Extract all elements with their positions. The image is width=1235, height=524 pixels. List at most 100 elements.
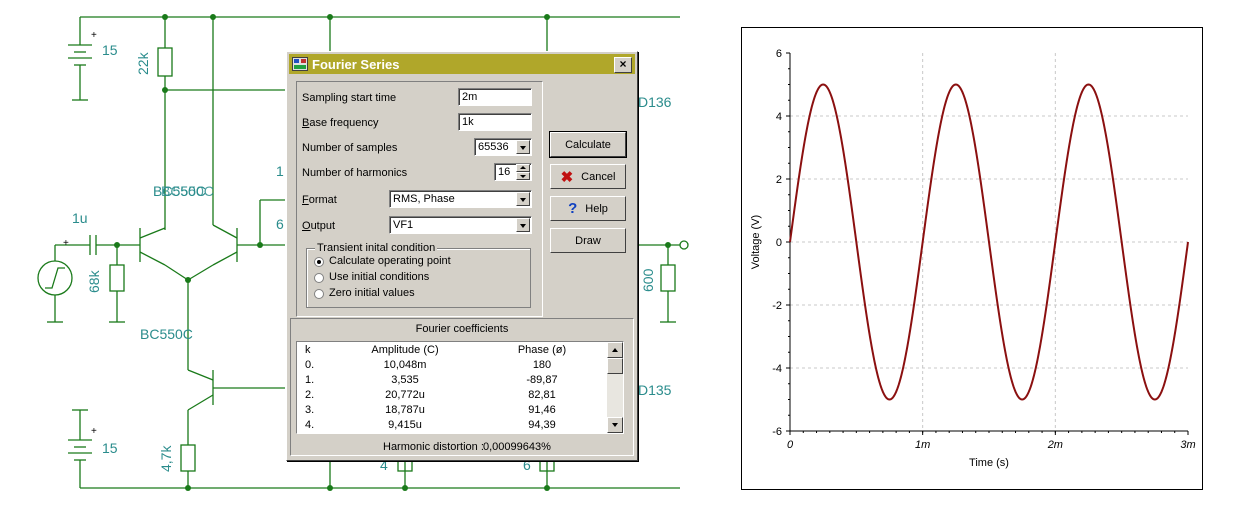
sampling-start-input[interactable]: 2m xyxy=(458,88,532,106)
svg-text:+: + xyxy=(91,426,97,437)
radio-use-initial-conditions[interactable] xyxy=(314,273,324,283)
transient-title: Transient inital condition xyxy=(315,242,438,254)
cell-phase: 180 xyxy=(532,359,552,371)
coefficients-table[interactable]: k Amplitude (C) Phase (ø) 0. 10,048m 180… xyxy=(296,341,624,434)
harmonic-distortion-value: 0,00099643% xyxy=(483,441,551,453)
spin-down-icon[interactable] xyxy=(516,172,530,180)
cell-amplitude: 3,535 xyxy=(391,374,419,386)
label-c1u: 1u xyxy=(72,210,88,226)
num-harmonics-value: 16 xyxy=(498,166,511,178)
cell-k: 0. xyxy=(305,359,315,371)
table-row[interactable]: 4. 9,415u 94,39 xyxy=(297,418,607,433)
cell-amplitude: 10,048m xyxy=(383,359,427,371)
dialog-titlebar[interactable]: Fourier Series × xyxy=(289,54,635,74)
cell-k: 3. xyxy=(305,404,315,416)
header-k: k xyxy=(305,344,311,356)
format-value: RMS, Phase xyxy=(393,193,455,205)
label-pin1: 1 xyxy=(276,163,284,179)
table-row[interactable]: 1. 3,535 -89,87 xyxy=(297,373,607,388)
cell-k: 2. xyxy=(305,389,315,401)
label-r47k: 4,7k xyxy=(158,445,174,472)
cancel-button[interactable]: ✖ Cancel xyxy=(550,164,626,189)
table-scrollbar[interactable] xyxy=(607,342,623,433)
dialog-title: Fourier Series xyxy=(312,56,400,72)
cell-amplitude: 20,772u xyxy=(385,389,425,401)
help-label: Help xyxy=(585,202,608,215)
label-r68k: 68k xyxy=(86,270,102,293)
x-tick-label: 3m xyxy=(1180,439,1195,451)
calculate-label: Calculate xyxy=(565,138,611,151)
y-tick-label: 6 xyxy=(776,48,782,60)
num-harmonics-stepper[interactable]: 16 xyxy=(494,163,532,181)
label-d136: D136 xyxy=(638,94,672,110)
label-r600: 600 xyxy=(640,268,656,292)
fourier-series-dialog: Fourier Series × Sampling start time 2m … xyxy=(286,51,638,461)
help-button[interactable]: ? Help xyxy=(550,196,626,221)
table-header: k Amplitude (C) Phase (ø) xyxy=(297,343,607,358)
scroll-down-icon[interactable] xyxy=(607,417,623,433)
label-v1: 15 xyxy=(102,42,118,58)
y-tick-label: -2 xyxy=(772,300,782,312)
x-axis-label: Time (s) xyxy=(969,457,1009,469)
y-axis-label: Voltage (V) xyxy=(750,215,762,269)
radio-zero-initial-values[interactable] xyxy=(314,289,324,299)
scroll-up-icon[interactable] xyxy=(607,342,623,358)
draw-button[interactable]: Draw xyxy=(550,228,626,253)
chart-svg: -6 -4 -2 0 2 4 6 0 1m 2m 3m Time (s) Voltage (V) xyxy=(750,48,1196,469)
radio-label-2: Zero initial values xyxy=(329,287,415,299)
table-row[interactable]: 2. 20,772u 82,81 xyxy=(297,388,607,403)
cell-phase: 91,46 xyxy=(528,404,556,416)
scroll-thumb[interactable] xyxy=(607,358,623,374)
label-d135: D135 xyxy=(638,382,672,398)
cell-amplitude: 18,787u xyxy=(385,404,425,416)
format-label: Format xyxy=(302,194,337,206)
voltage-chart: -6 -4 -2 0 2 4 6 0 1m 2m 3m Time (s) Voltage (V) xyxy=(741,27,1203,490)
cell-k: 1. xyxy=(305,374,315,386)
label-v2: 15 xyxy=(102,440,118,456)
output-value: VF1 xyxy=(393,219,414,231)
cell-phase: -89,87 xyxy=(526,374,558,386)
cancel-label: Cancel xyxy=(581,170,616,183)
spin-up-icon[interactable] xyxy=(516,164,530,172)
label-q3: BC550C xyxy=(140,326,193,342)
coefficients-title: Fourier coefficients xyxy=(415,323,509,335)
radio-calculate-operating-point[interactable] xyxy=(314,257,324,267)
calculate-button[interactable]: Calculate xyxy=(549,131,627,158)
chevron-down-icon[interactable] xyxy=(516,140,530,154)
cancel-x-icon: ✖ xyxy=(560,168,574,186)
radio-label-1: Use initial conditions xyxy=(329,271,430,283)
format-select[interactable]: RMS, Phase xyxy=(389,190,532,208)
cell-phase: 94,39 xyxy=(528,419,556,431)
output-label: Output xyxy=(302,220,336,232)
output-select[interactable]: VF1 xyxy=(389,216,532,234)
close-icon[interactable]: × xyxy=(614,57,632,73)
y-tick-label: -6 xyxy=(772,426,782,438)
fourier-app-icon xyxy=(292,57,308,71)
y-tick-label: 0 xyxy=(776,237,782,249)
y-tick-label: 4 xyxy=(776,111,782,123)
label-r22k: 22k xyxy=(135,52,151,75)
harmonic-distortion-label: Harmonic distortion : xyxy=(383,441,484,453)
parameters-panel: Sampling start time 2m Base frequency 1k… xyxy=(296,81,543,317)
label-pin6: 6 xyxy=(276,216,284,232)
table-row[interactable]: 0. 10,048m 180 xyxy=(297,358,607,373)
sampling-start-label: Sampling start time xyxy=(302,92,397,104)
x-tick-label: 0 xyxy=(787,439,794,451)
chevron-down-icon[interactable] xyxy=(516,218,530,232)
header-phase: Phase (ø) xyxy=(517,344,567,356)
label-q2: BC550C xyxy=(161,183,214,199)
base-frequency-input[interactable]: 1k xyxy=(458,113,532,131)
transient-groupbox: Transient inital condition Calculate ope… xyxy=(306,242,531,308)
chevron-down-icon[interactable] xyxy=(516,192,530,206)
x-tick-label: 1m xyxy=(915,439,930,451)
radio-label-0: Calculate operating point xyxy=(329,255,451,267)
cell-amplitude: 9,415u xyxy=(388,419,422,431)
x-tick-label: 2m xyxy=(1047,439,1063,451)
draw-label: Draw xyxy=(575,234,601,247)
table-row[interactable]: 3. 18,787u 91,46 xyxy=(297,403,607,418)
header-amplitude: Amplitude (C) xyxy=(371,344,439,356)
num-harmonics-label: Number of harmonics xyxy=(302,167,408,179)
num-samples-value: 65536 xyxy=(478,141,509,153)
num-samples-label: Number of samples xyxy=(302,142,398,154)
num-samples-select[interactable]: 65536 xyxy=(474,138,532,156)
